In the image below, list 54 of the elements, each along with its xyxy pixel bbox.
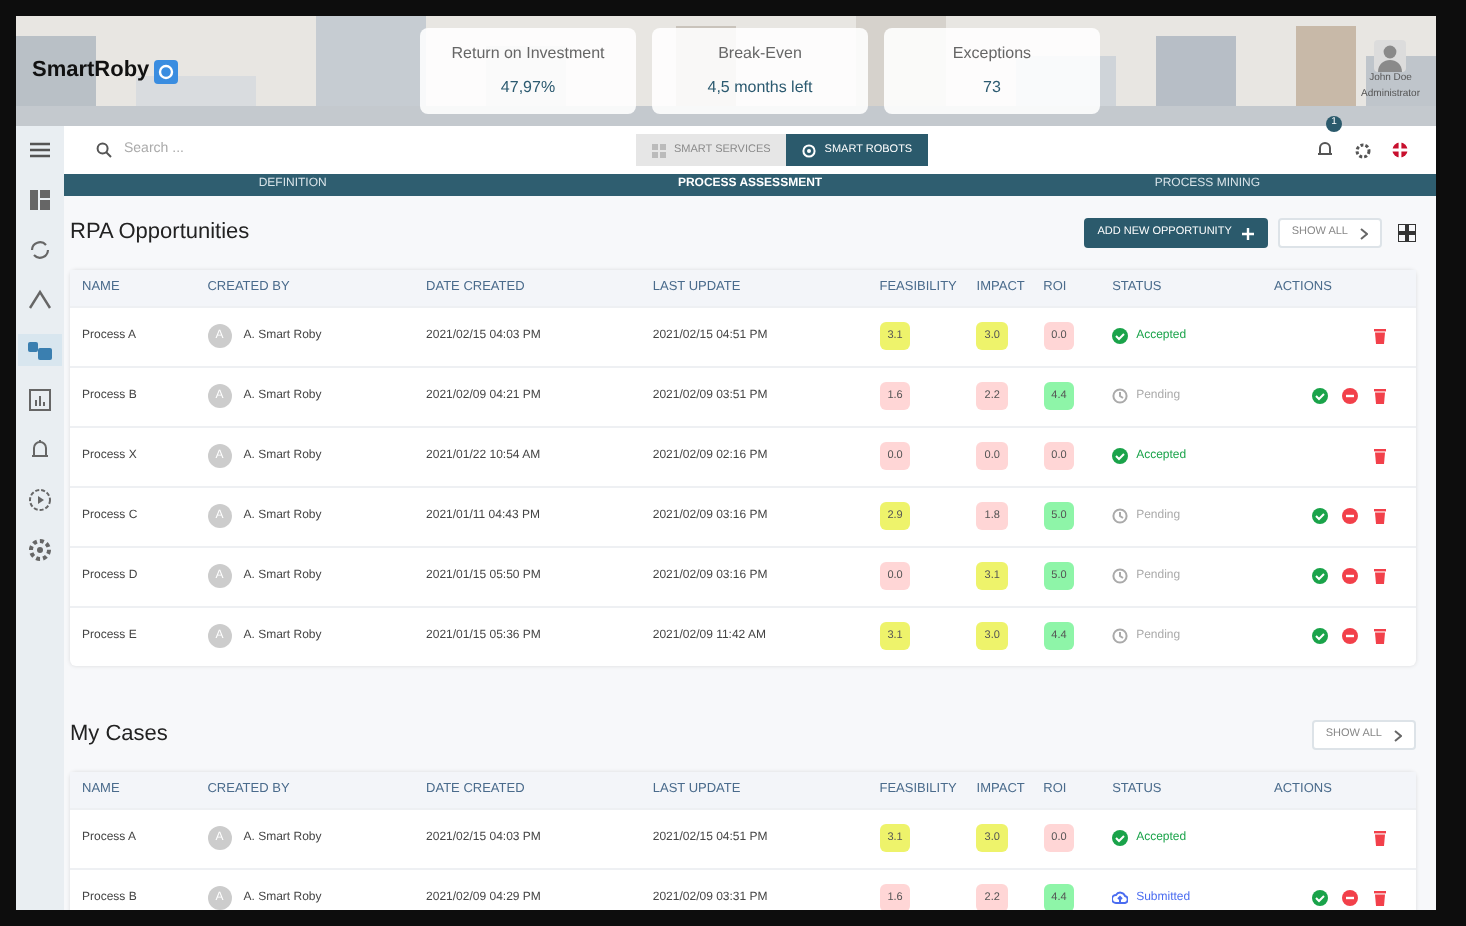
chevron-right-icon: [1394, 729, 1402, 741]
kpi-label: Return on Investment: [451, 42, 605, 66]
reject-icon[interactable]: [1342, 628, 1358, 645]
check-circle-icon: [1112, 830, 1129, 846]
plus-icon: [1241, 227, 1254, 239]
chevron-icon: [26, 286, 54, 314]
chart-icon: [26, 386, 54, 414]
trash-icon[interactable]: [1372, 568, 1388, 584]
approve-icon[interactable]: [1312, 890, 1328, 907]
trash-icon[interactable]: [1372, 628, 1388, 645]
trash-icon[interactable]: [1372, 448, 1388, 464]
approve-icon[interactable]: [1312, 388, 1328, 404]
trash-icon[interactable]: [1372, 508, 1388, 524]
sidebar-item[interactable]: [18, 334, 62, 366]
robots-icon: [26, 336, 54, 364]
bell-icon[interactable]: [1316, 140, 1334, 159]
kpi-value: 4,5 months left: [707, 76, 813, 100]
check-circle-icon: [1112, 448, 1129, 464]
approve-icon[interactable]: [1312, 508, 1328, 524]
clock-icon: [1112, 628, 1129, 645]
dashboard-icon: [26, 186, 54, 214]
clock-icon: [1112, 508, 1129, 524]
play-icon: [26, 486, 54, 514]
cloud-upload-icon: [1112, 890, 1129, 907]
approve-icon[interactable]: [1312, 568, 1328, 584]
reject-icon[interactable]: [1342, 890, 1358, 907]
trash-icon[interactable]: [1372, 328, 1388, 344]
reject-icon[interactable]: [1342, 568, 1358, 584]
kpi-label: Break-Even: [718, 42, 802, 66]
reject-icon[interactable]: [1342, 388, 1358, 404]
avatar-icon: [1374, 40, 1407, 72]
settings-icon: [26, 536, 54, 564]
clock-icon: [1112, 568, 1129, 584]
trash-icon[interactable]: [1372, 388, 1388, 404]
sync-icon: [26, 236, 54, 264]
kpi-value: 47,97%: [500, 76, 556, 100]
trash-icon[interactable]: [1372, 890, 1388, 907]
reject-icon[interactable]: [1342, 508, 1358, 524]
flag-icon[interactable]: [1392, 142, 1408, 158]
section-title: RPA Opportunities: [70, 218, 250, 249]
settings-icon[interactable]: [1354, 141, 1372, 159]
kpi-value: 73: [983, 76, 1001, 100]
chevron-right-icon: [1360, 227, 1368, 239]
grid-view-icon[interactable]: [1398, 224, 1416, 242]
search-icon: [96, 142, 112, 158]
approve-icon[interactable]: [1312, 628, 1328, 645]
grid-icon: [652, 143, 666, 157]
clock-icon: [1112, 388, 1129, 404]
check-circle-icon: [1112, 328, 1129, 344]
kpi-label: Exceptions: [952, 42, 1032, 66]
section-title: My Cases: [70, 720, 168, 751]
robot-icon: [802, 143, 817, 157]
logo-text: SmartRoby: [32, 56, 150, 87]
trash-icon[interactable]: [1372, 830, 1388, 846]
